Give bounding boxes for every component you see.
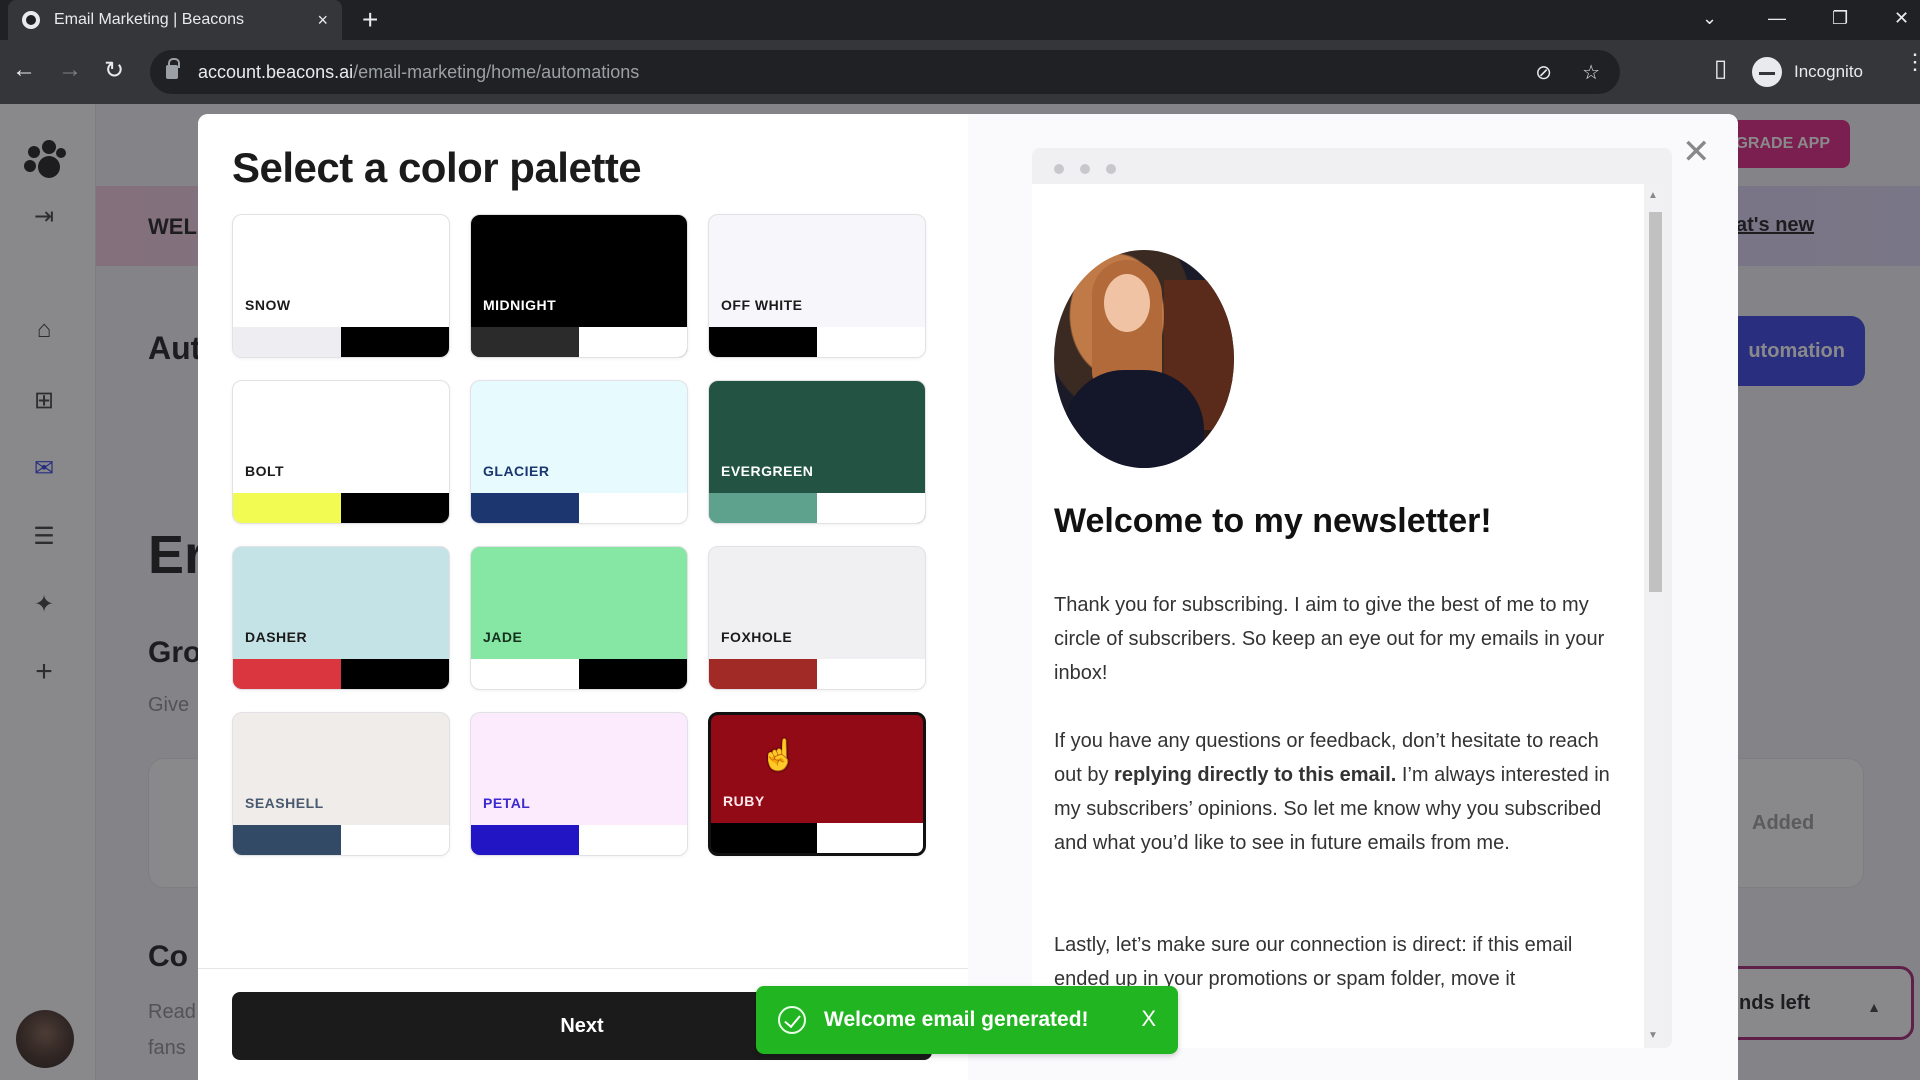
url-host: account.beacons.ai (198, 61, 354, 82)
palette-swatch-primary (709, 659, 817, 689)
palette-option-foxhole[interactable]: FOXHOLE (708, 546, 926, 690)
palette-swatch-primary (233, 327, 341, 357)
scrollbar-thumb[interactable] (1649, 212, 1662, 592)
color-palette-modal: Select a color palette SNOW MIDNIGHT OFF W… (198, 114, 1738, 1080)
incognito-icon (1752, 57, 1782, 87)
toast-close-icon[interactable]: X (1141, 1006, 1156, 1032)
palette-option-glacier[interactable]: GLACIER (470, 380, 688, 524)
palette-option-ruby[interactable]: RUBY (708, 712, 926, 856)
palette-swatch-primary (471, 327, 579, 357)
palette-swatch-primary (711, 823, 817, 853)
palette-label: RUBY (723, 793, 765, 809)
palette-option-jade[interactable]: JADE (470, 546, 688, 690)
palette-swatch-secondary (341, 327, 449, 357)
palette-swatch-primary (233, 493, 341, 523)
palette-swatch-secondary (341, 659, 449, 689)
palette-swatch-secondary (817, 823, 923, 853)
palette-option-evergreen[interactable]: EVERGREEN (708, 380, 926, 524)
restore-button[interactable]: ❐ (1832, 0, 1848, 36)
palette-label: BOLT (245, 463, 285, 479)
palette-swatch-primary (471, 493, 579, 523)
tab-close-icon[interactable]: × (317, 10, 328, 31)
minimize-button[interactable]: — (1768, 0, 1786, 36)
palette-option-petal[interactable]: PETAL (470, 712, 688, 856)
palette-option-snow[interactable]: SNOW (232, 214, 450, 358)
palette-selector-panel: Select a color palette SNOW MIDNIGHT OFF W… (198, 114, 968, 1080)
forward-button[interactable]: → (58, 56, 82, 84)
palette-swatch-secondary (817, 327, 925, 357)
palette-label: SEASHELL (245, 795, 324, 811)
palette-swatch-primary (233, 825, 341, 855)
browser-tab[interactable]: Email Marketing | Beacons × (8, 0, 342, 40)
palette-swatch-primary (709, 493, 817, 523)
palette-swatch-secondary (579, 327, 687, 357)
beacons-favicon-icon (22, 11, 40, 29)
palette-option-seashell[interactable]: SEASHELL (232, 712, 450, 856)
palette-label: DASHER (245, 629, 308, 645)
preview-paragraph-1: Thank you for subscribing. I aim to give… (1054, 594, 1605, 684)
scroll-up-arrow-icon[interactable]: ▲ (1648, 190, 1658, 201)
palette-swatch-primary (471, 659, 579, 689)
palette-label: FOXHOLE (721, 629, 793, 645)
window-dots-icon (1054, 164, 1116, 174)
palette-label: MIDNIGHT (483, 297, 557, 313)
palette-swatch-secondary (341, 493, 449, 523)
palette-grid: SNOW MIDNIGHT OFF WHITE BOLT GLACIER EVERGREE… (232, 214, 926, 856)
palette-swatch-primary (709, 327, 817, 357)
p2-bold-text: replying directly to this email. (1114, 764, 1397, 786)
side-panel-icon[interactable]: ▯ (1714, 54, 1727, 83)
footer-divider (198, 968, 968, 969)
palette-option-dasher[interactable]: DASHER (232, 546, 450, 690)
close-window-button[interactable]: ✕ (1894, 0, 1909, 36)
scroll-down-arrow-icon[interactable]: ▼ (1648, 1030, 1658, 1041)
tab-search-chevron-icon[interactable]: ⌄ (1702, 0, 1717, 36)
browser-tab-bar: Email Marketing | Beacons × + ⌄ — ❐ ✕ (0, 0, 1920, 40)
palette-swatch-secondary (579, 825, 687, 855)
palette-label: SNOW (245, 297, 291, 313)
palette-swatch-primary (233, 659, 341, 689)
incognito-label: Incognito (1794, 62, 1863, 81)
palette-option-bolt[interactable]: BOLT (232, 380, 450, 524)
address-bar[interactable]: account.beacons.ai/email-marketing/home/… (150, 50, 1620, 94)
palette-option-midnight[interactable]: MIDNIGHT (470, 214, 688, 358)
email-preview-body: Welcome to my newsletter! Thank you for … (1032, 184, 1644, 1048)
eye-off-icon[interactable]: ⊘ (1535, 60, 1552, 85)
palette-label: PETAL (483, 795, 531, 811)
url-path: /email-marketing/home/automations (353, 61, 640, 82)
browser-toolbar: ← → ↻ account.beacons.ai/email-marketing… (0, 40, 1920, 104)
reload-button[interactable]: ↻ (104, 56, 124, 85)
lock-icon[interactable] (166, 58, 180, 79)
browser-menu-icon[interactable]: ⋮ (1904, 51, 1920, 73)
preview-paragraph-2: If you have any questions or feedback, d… (1054, 724, 1624, 860)
palette-label: EVERGREEN (721, 463, 814, 479)
newsletter-heading: Welcome to my newsletter! (1054, 502, 1492, 540)
palette-swatch-primary (471, 825, 579, 855)
palette-label: JADE (483, 629, 523, 645)
palette-swatch-secondary (579, 659, 687, 689)
back-button[interactable]: ← (12, 56, 36, 84)
palette-swatch-secondary (579, 493, 687, 523)
palette-swatch-secondary (817, 659, 925, 689)
incognito-profile-button[interactable]: Incognito (1752, 50, 1863, 94)
palette-swatch-secondary (341, 825, 449, 855)
tab-title: Email Marketing | Beacons (54, 11, 245, 28)
palette-swatch-secondary (817, 493, 925, 523)
bookmark-star-icon[interactable]: ☆ (1582, 60, 1600, 85)
palette-label: OFF WHITE (721, 297, 803, 313)
check-circle-icon (778, 1006, 806, 1034)
new-tab-button[interactable]: + (362, 4, 378, 36)
email-preview-panel: Welcome to my newsletter! Thank you for … (968, 114, 1738, 1080)
modal-close-icon[interactable]: ✕ (1682, 132, 1711, 172)
palette-option-off-white[interactable]: OFF WHITE (708, 214, 926, 358)
modal-title: Select a color palette (232, 144, 642, 191)
palette-label: GLACIER (483, 463, 550, 479)
success-toast: Welcome email generated! X (756, 986, 1178, 1054)
toast-message: Welcome email generated! (824, 1008, 1089, 1031)
profile-photo (1054, 250, 1234, 468)
